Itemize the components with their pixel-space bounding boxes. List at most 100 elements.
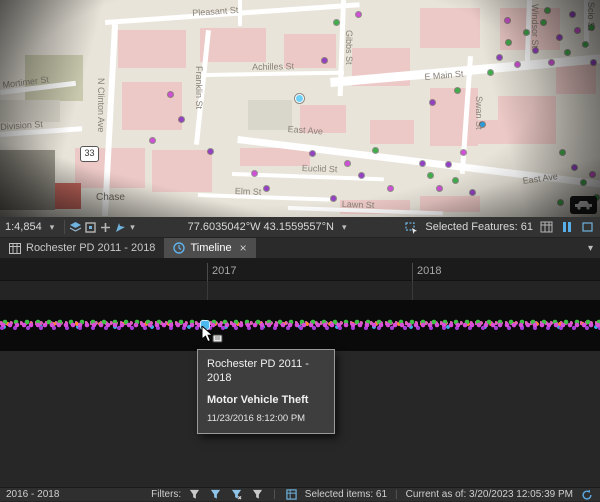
- tab-timeline[interactable]: Timeline ×: [164, 238, 256, 258]
- map-building: [0, 100, 60, 122]
- timeline-event-strip[interactable]: [0, 318, 600, 332]
- map-point[interactable]: [506, 40, 511, 45]
- map-point[interactable]: [515, 62, 520, 67]
- map-point[interactable]: [208, 149, 213, 154]
- tab-rochester-pd[interactable]: Rochester PD 2011 - 2018: [0, 238, 164, 258]
- map-point[interactable]: [446, 162, 451, 167]
- map-point[interactable]: [589, 25, 594, 30]
- filter-clear-icon[interactable]: [250, 487, 265, 502]
- layers-tool-icon[interactable]: [68, 220, 83, 235]
- map-point[interactable]: [334, 20, 339, 25]
- pause-icon[interactable]: [560, 222, 574, 232]
- map-point[interactable]: [533, 48, 538, 53]
- selection-icon[interactable]: [404, 220, 419, 235]
- map-building: [55, 183, 81, 209]
- map-point[interactable]: [453, 178, 458, 183]
- selected-features-label: Selected Features: 61: [425, 221, 533, 233]
- time-range-label: 2016 - 2018: [6, 489, 60, 500]
- map-scale-value: 1:4,854: [5, 221, 42, 233]
- add-tool-icon[interactable]: [98, 220, 113, 235]
- map-point[interactable]: [296, 95, 303, 102]
- tab-label: Rochester PD 2011 - 2018: [26, 242, 156, 254]
- map-point[interactable]: [437, 186, 442, 191]
- selection-status-group: Selected Features: 61: [399, 220, 600, 235]
- map-point[interactable]: [541, 20, 546, 25]
- tab-label: Timeline: [190, 242, 232, 254]
- street-label: East Ave: [287, 124, 324, 137]
- map-scale-control[interactable]: 1:4,854 ▾: [0, 221, 61, 233]
- overflow-icon[interactable]: [580, 220, 595, 235]
- map-point[interactable]: [470, 190, 475, 195]
- filter-icon[interactable]: [187, 487, 202, 502]
- map-point[interactable]: [524, 30, 529, 35]
- map-point[interactable]: [455, 88, 460, 93]
- street-label: Franklin St: [194, 66, 204, 110]
- selected-items-icon[interactable]: [284, 487, 299, 502]
- route-shield: 33: [80, 146, 99, 162]
- map-point[interactable]: [591, 60, 596, 65]
- navigate-tool-icon[interactable]: [113, 220, 128, 235]
- map-point[interactable]: [583, 42, 588, 47]
- map-point[interactable]: [264, 186, 269, 191]
- map-point[interactable]: [388, 186, 393, 191]
- map-point[interactable]: [430, 100, 435, 105]
- street-label: Elm St: [234, 186, 262, 197]
- street-label: Euclid St: [301, 163, 338, 175]
- coordinates-control[interactable]: 77.6035042°W 43.1559557°N ▾: [183, 221, 354, 233]
- street-label: E Main St: [424, 68, 464, 82]
- timeline-subband[interactable]: [0, 281, 600, 300]
- map-point[interactable]: [359, 173, 364, 178]
- snap-tool-icon[interactable]: [83, 220, 98, 235]
- map-point[interactable]: [572, 165, 577, 170]
- map-point[interactable]: [488, 70, 493, 75]
- map-point[interactable]: [252, 171, 257, 176]
- map-point[interactable]: [545, 8, 550, 13]
- chevron-down-icon[interactable]: ▾: [581, 238, 600, 258]
- map-point[interactable]: [322, 58, 327, 63]
- street-label: Lawn St: [341, 199, 375, 211]
- timeline-tooltip: Rochester PD 2011 - 2018 Motor Vehicle T…: [197, 349, 335, 435]
- filter-time-icon[interactable]: [208, 487, 223, 502]
- vehicle-icon[interactable]: [570, 196, 597, 214]
- map-point[interactable]: [356, 12, 361, 17]
- map-point[interactable]: [581, 180, 586, 185]
- map-point[interactable]: [575, 28, 580, 33]
- map-point[interactable]: [549, 60, 554, 65]
- table-icon[interactable]: [539, 220, 554, 235]
- timeline-track[interactable]: [0, 300, 600, 351]
- map-point[interactable]: [428, 173, 433, 178]
- close-icon[interactable]: ×: [240, 241, 247, 255]
- year-tick: [207, 263, 208, 281]
- map-point[interactable]: [150, 138, 155, 143]
- map-point[interactable]: [420, 161, 425, 166]
- caret-down-icon[interactable]: ▾: [128, 222, 137, 233]
- map-point[interactable]: [497, 55, 502, 60]
- map-view[interactable]: Pleasant St Gibbs St Achilles St E Main …: [0, 0, 600, 217]
- timeline-axis-header[interactable]: 2017 2018: [0, 259, 600, 281]
- map-point[interactable]: [461, 150, 466, 155]
- map-point[interactable]: [168, 92, 173, 97]
- map-point[interactable]: [505, 18, 510, 23]
- street-label: Gibbs St: [344, 30, 354, 65]
- map-point[interactable]: [345, 161, 350, 166]
- map-point[interactable]: [558, 200, 563, 205]
- caret-down-icon[interactable]: ▾: [340, 222, 349, 233]
- refresh-icon[interactable]: [579, 487, 594, 502]
- map-point[interactable]: [570, 12, 575, 17]
- table-icon: [9, 242, 21, 254]
- map-point[interactable]: [310, 151, 315, 156]
- map-building: [420, 8, 480, 48]
- map-point[interactable]: [557, 35, 562, 40]
- filter-selection-icon[interactable]: [229, 487, 244, 502]
- map-point[interactable]: [565, 50, 570, 55]
- map-point[interactable]: [480, 122, 485, 127]
- map-point[interactable]: [331, 196, 336, 201]
- tooltip-layer-line2: 2018: [207, 372, 232, 385]
- map-building: [370, 120, 414, 144]
- caret-down-icon[interactable]: ▾: [48, 222, 57, 233]
- map-point[interactable]: [560, 150, 565, 155]
- map-point[interactable]: [590, 172, 595, 177]
- map-point[interactable]: [179, 117, 184, 122]
- tooltip-layer-line1: Rochester PD 2011 -: [207, 358, 309, 370]
- map-point[interactable]: [373, 148, 378, 153]
